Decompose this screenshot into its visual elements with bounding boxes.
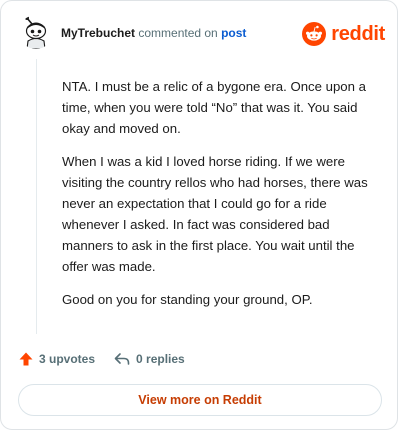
- upvote-count: 3 upvotes: [39, 352, 96, 366]
- reply-arrow-icon: [114, 353, 130, 365]
- reply-count: 0 replies: [136, 352, 185, 366]
- reddit-logo[interactable]: reddit: [302, 21, 385, 47]
- reddit-wordmark: reddit: [331, 22, 385, 45]
- reddit-snoo-icon: [302, 22, 327, 46]
- thread-line: [36, 59, 37, 334]
- reply-button[interactable]: 0 replies: [113, 351, 185, 367]
- author-name[interactable]: MyTrebuchet: [61, 26, 135, 40]
- reddit-comment-embed: MyTrebuchet commented on post reddit NTA…: [0, 0, 398, 430]
- comment-body: NTA. I must be a relic of a bygone era. …: [62, 76, 378, 322]
- comment-actions: 3 upvotes 0 replies: [18, 348, 185, 370]
- comment-paragraph: NTA. I must be a relic of a bygone era. …: [62, 79, 366, 136]
- comment-paragraph: When I was a kid I loved horse riding. I…: [62, 154, 368, 274]
- post-link[interactable]: post: [221, 26, 246, 40]
- user-avatar[interactable]: [19, 15, 53, 49]
- upvote-arrow-icon: [19, 352, 33, 366]
- view-more-on-reddit-button[interactable]: View more on Reddit: [18, 384, 382, 416]
- comment-header: MyTrebuchet commented on post reddit: [19, 15, 385, 53]
- comment-paragraph: Good on you for standing your ground, OP…: [62, 292, 313, 307]
- snoo-avatar-icon: [25, 16, 47, 49]
- author-line: MyTrebuchet commented on post: [61, 25, 246, 41]
- upvote-button[interactable]: 3 upvotes: [18, 351, 95, 367]
- commented-on-text: commented on: [135, 26, 222, 40]
